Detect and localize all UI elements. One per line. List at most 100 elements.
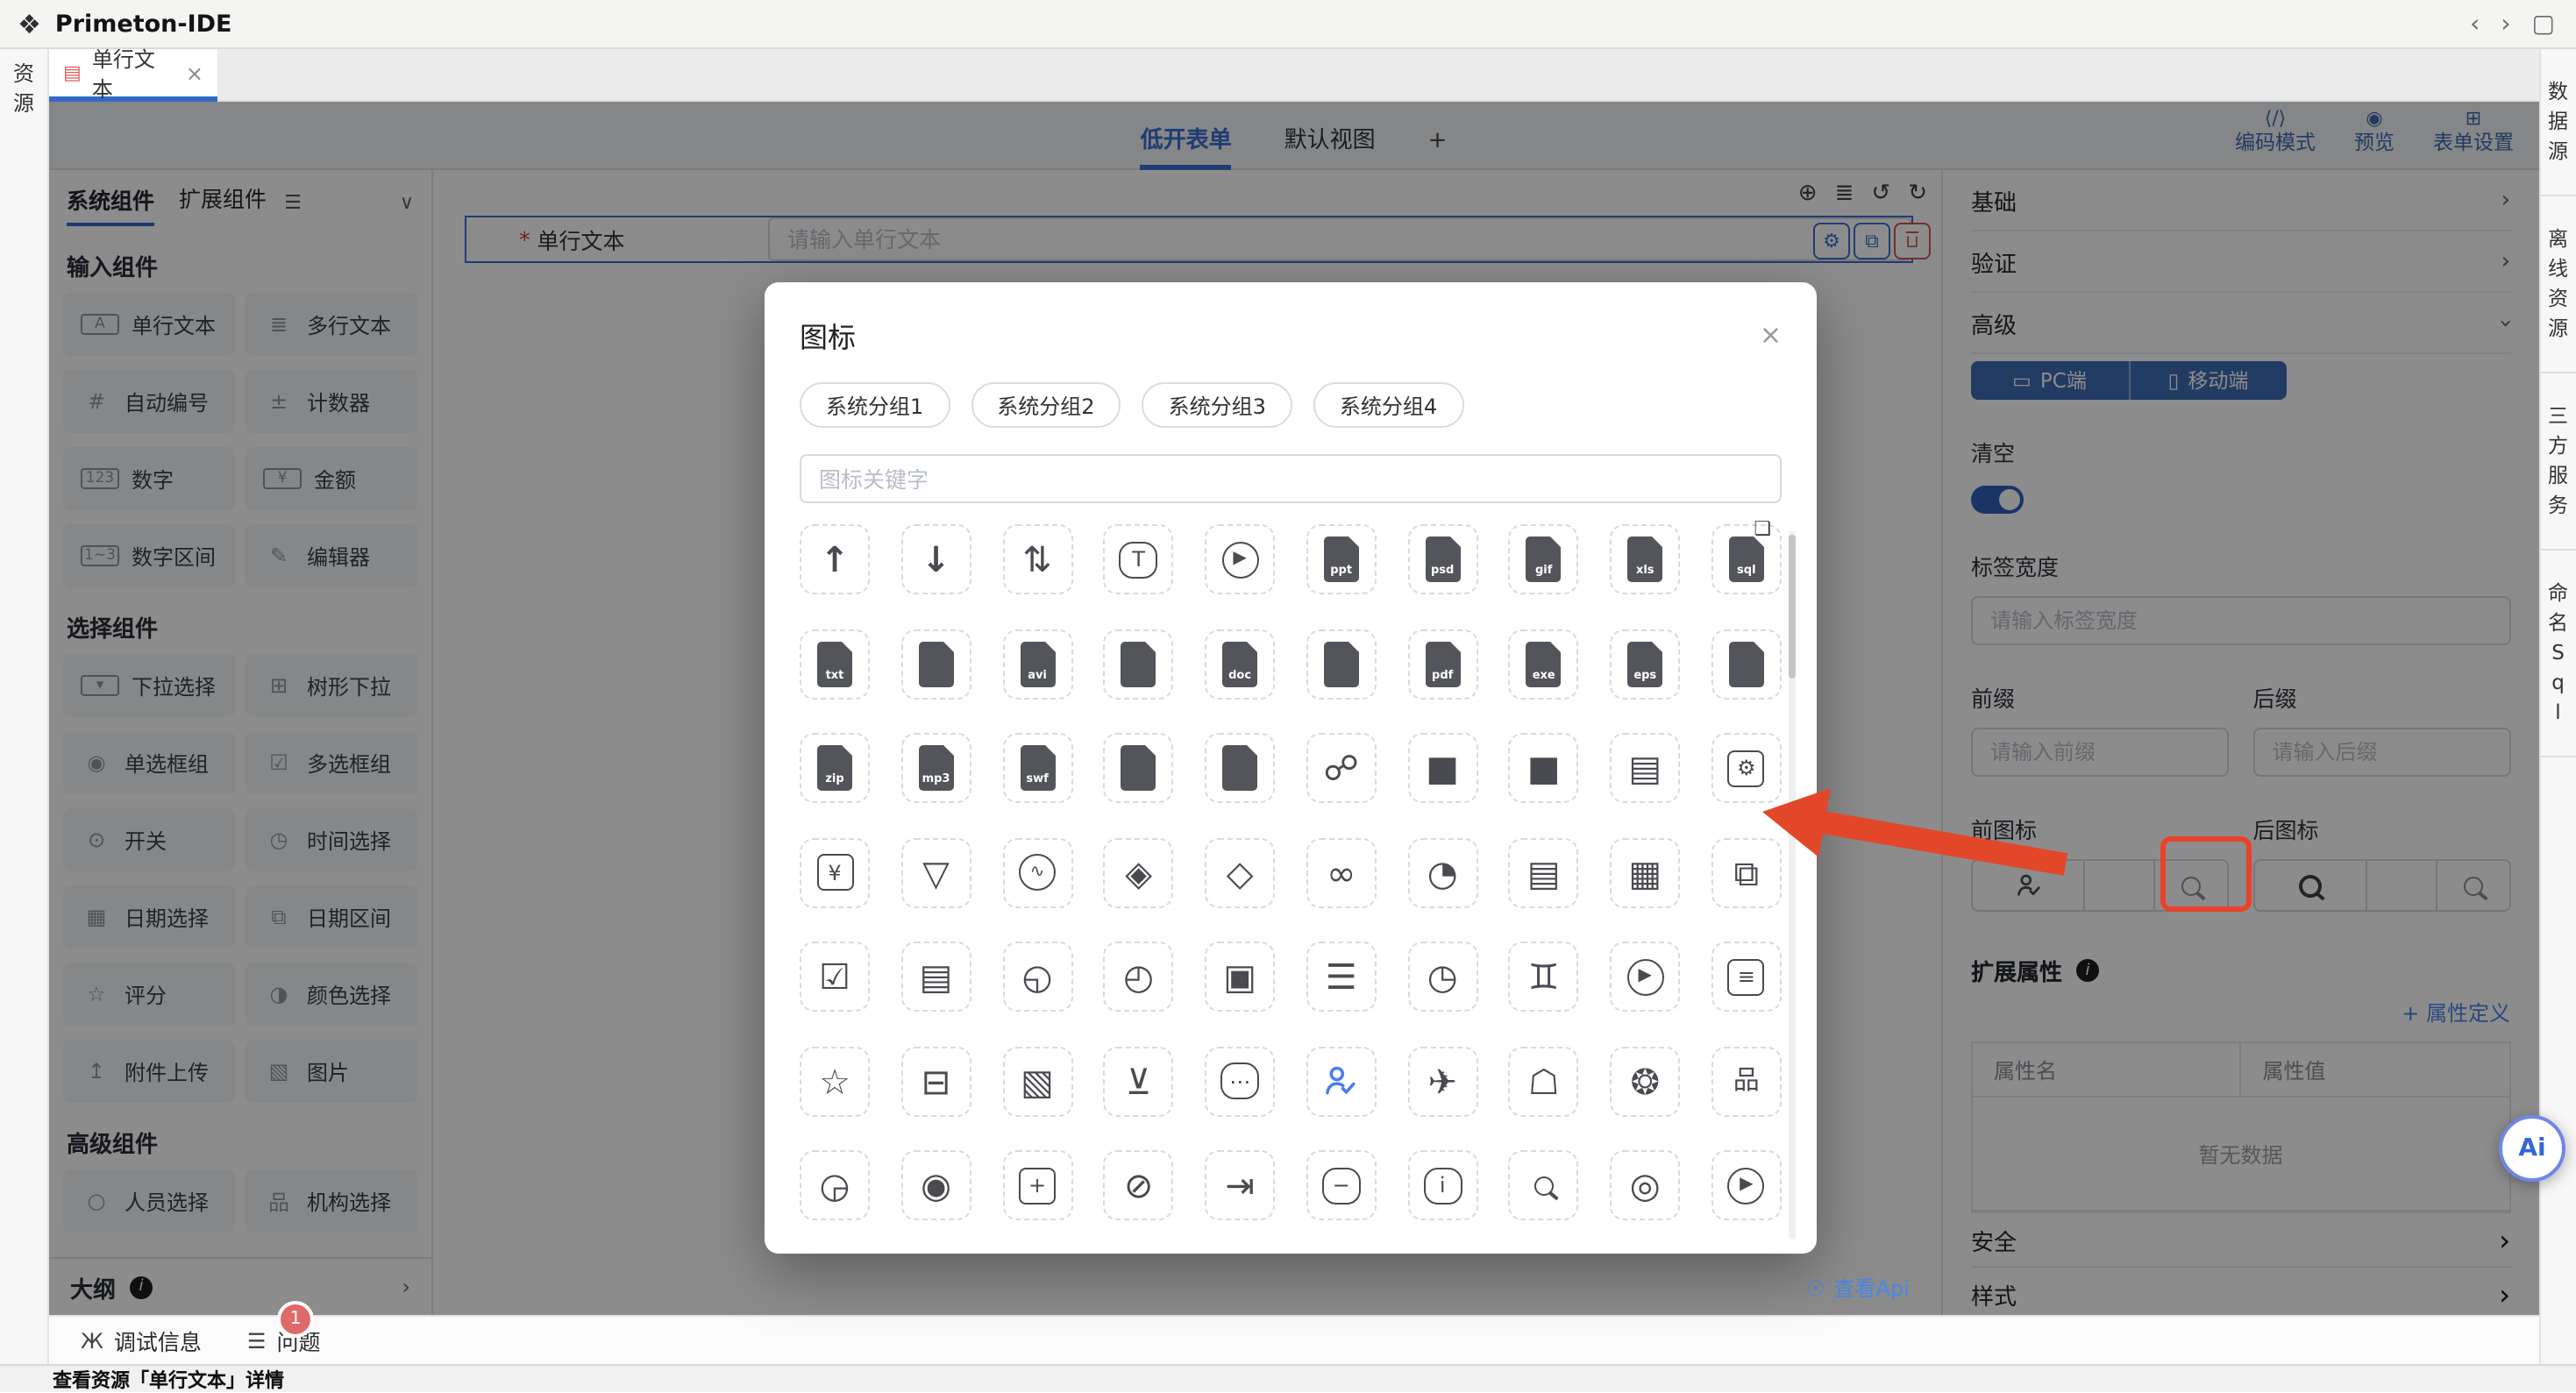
- chat-target-icon[interactable]: ◎: [1610, 1150, 1680, 1220]
- close-icon[interactable]: ×: [1760, 319, 1782, 351]
- right-rail-tab-1[interactable]: 离 线 资 源: [2540, 196, 2576, 373]
- clipboard-clock-icon[interactable]: ◴: [1104, 942, 1174, 1012]
- group-pill-系统分组4[interactable]: 系统分组4: [1313, 382, 1463, 428]
- resources-rail-tab[interactable]: 资 源: [0, 49, 47, 119]
- right-rail-tab-2[interactable]: 三 方 服 务: [2540, 373, 2576, 551]
- person-check-icon[interactable]: [1306, 1046, 1377, 1116]
- clock2-icon[interactable]: ◶: [800, 1150, 870, 1220]
- file-psd-icon[interactable]: psd: [1407, 524, 1477, 594]
- ban-icon[interactable]: ⊘: [1104, 1150, 1174, 1220]
- document-text-icon[interactable]: ≡: [1711, 942, 1782, 1012]
- file-txt-icon[interactable]: txt: [800, 629, 870, 699]
- chat-dots-icon[interactable]: ⋯: [1205, 1046, 1275, 1116]
- pulse-circle-icon[interactable]: ∿: [1002, 837, 1072, 907]
- frame-dash-icon[interactable]: ⊟: [901, 1046, 971, 1116]
- arrow-up-icon[interactable]: ↑: [800, 524, 870, 594]
- bug-icon: Ж: [81, 1328, 103, 1353]
- chain-link-icon[interactable]: ∞: [1306, 837, 1377, 907]
- star-icon[interactable]: ☆: [800, 1046, 870, 1116]
- nav-back-icon[interactable]: ‹: [2470, 10, 2480, 38]
- doc-tab-icon: ▤: [63, 61, 82, 84]
- icon-picker-modal: 图标 × 系统分组1系统分组2系统分组3系统分组4 ❏ ↑↓⇅T▶pptpsdg…: [765, 282, 1817, 1254]
- sort-az-icon[interactable]: ⇅: [1002, 524, 1072, 594]
- icon-search-input[interactable]: [800, 454, 1782, 503]
- logout-icon[interactable]: ⇥: [1205, 1150, 1275, 1220]
- file-misc-icon[interactable]: [1205, 733, 1275, 803]
- bookmark-plus-icon[interactable]: +: [1002, 1150, 1072, 1220]
- arrow-down-icon[interactable]: ↓: [901, 524, 971, 594]
- person-clock-icon[interactable]: ◵: [1002, 942, 1072, 1012]
- file-article-icon[interactable]: [1104, 629, 1174, 699]
- copy-list-icon[interactable]: ⧉: [1711, 837, 1782, 907]
- chat-minus-icon[interactable]: −: [1306, 1150, 1377, 1220]
- nav-forward-icon[interactable]: ›: [2501, 10, 2510, 38]
- podcast-icon[interactable]: ◉: [901, 1150, 971, 1220]
- doc-tab-close-icon[interactable]: ×: [186, 60, 203, 85]
- group-pill-系统分组3[interactable]: 系统分组3: [1142, 382, 1292, 428]
- clipboard-icon[interactable]: ▤: [901, 942, 971, 1012]
- document-tabstrip: ▤ 单行文本 ×: [49, 49, 2538, 102]
- file-image-icon[interactable]: [1104, 733, 1174, 803]
- clock-icon[interactable]: ◷: [1407, 942, 1477, 1012]
- group-pill-系统分组1[interactable]: 系统分组1: [800, 382, 950, 428]
- badge-check-icon[interactable]: ❂: [1610, 1046, 1680, 1116]
- gauge-icon[interactable]: ◔: [1407, 837, 1477, 907]
- file-pdf-icon[interactable]: pdf: [1407, 629, 1477, 699]
- people-group-icon[interactable]: ♊: [1509, 942, 1579, 1012]
- icon-grid: ↑↓⇅T▶pptpsdgifxlssqltxtavidocpdfexeepszi…: [800, 524, 1782, 1220]
- doc-tab-single-line-text[interactable]: ▤ 单行文本 ×: [49, 49, 217, 102]
- file-notes-icon[interactable]: [1711, 629, 1782, 699]
- sliders-icon[interactable]: ☰: [1306, 942, 1377, 1012]
- file-avi-icon[interactable]: avi: [1002, 629, 1072, 699]
- file-zip-icon[interactable]: zip: [800, 733, 870, 803]
- file-xls-icon[interactable]: xls: [1610, 524, 1680, 594]
- file-eps-icon[interactable]: eps: [1610, 629, 1680, 699]
- file-swf-icon[interactable]: swf: [1002, 733, 1072, 803]
- right-rail-tab-0[interactable]: 数 据 源: [2540, 49, 2576, 196]
- layers-diamond-icon[interactable]: ◈: [1104, 837, 1174, 907]
- scrollbar-thumb[interactable]: [1789, 535, 1796, 679]
- file-ppt-icon[interactable]: ppt: [1306, 524, 1377, 594]
- status-bar: 查看资源「单行文本」详情: [0, 1364, 2576, 1392]
- monitor-frame-icon[interactable]: ▣: [1205, 942, 1275, 1012]
- notebook-icon[interactable]: ▤: [1610, 733, 1680, 803]
- group-pill-系统分组2[interactable]: 系统分组2: [971, 382, 1121, 428]
- sitemap-icon[interactable]: 品: [1711, 1046, 1782, 1116]
- gem-pentagon-icon[interactable]: ◇: [1205, 837, 1275, 907]
- file-gif-icon[interactable]: gif: [1509, 524, 1579, 594]
- inbox-check-icon[interactable]: ⊻: [1104, 1046, 1174, 1116]
- play-search-icon[interactable]: ▶: [1711, 1150, 1782, 1220]
- triangle-logo-icon[interactable]: ▽: [901, 837, 971, 907]
- shield-key-icon[interactable]: ☖: [1509, 1046, 1579, 1116]
- calendar-notes-icon[interactable]: ▦: [1610, 837, 1680, 907]
- link-broken-icon[interactable]: ☍: [1306, 733, 1377, 803]
- debug-info-item[interactable]: Ж 调试信息: [81, 1324, 202, 1357]
- paper-plane-icon[interactable]: ✈: [1407, 1046, 1477, 1116]
- book-info-icon[interactable]: i: [1407, 1150, 1477, 1220]
- file-link-icon[interactable]: [901, 629, 971, 699]
- image-photo-icon[interactable]: ▧: [1002, 1046, 1072, 1116]
- file-mp3-icon[interactable]: mp3: [901, 733, 971, 803]
- square-solid-icon[interactable]: ■: [1407, 733, 1477, 803]
- file-attachment-icon[interactable]: [1306, 629, 1377, 699]
- play-solid-icon[interactable]: ▶: [1610, 942, 1680, 1012]
- tshirt-icon[interactable]: T: [1104, 524, 1174, 594]
- screen-gear-icon[interactable]: ⚙: [1711, 733, 1782, 803]
- doc-tab-title: 单行文本: [92, 43, 172, 103]
- ai-assistant-button[interactable]: Ai: [2499, 1115, 2565, 1182]
- file-exe-icon[interactable]: exe: [1509, 629, 1579, 699]
- right-rail-tab-3[interactable]: 命 名 S q l: [2540, 551, 2576, 757]
- square-solid2-icon[interactable]: ■: [1509, 733, 1579, 803]
- clipboard-list-icon[interactable]: ▤: [1509, 837, 1579, 907]
- debug-bar: Ж 调试信息 ☰ 问题: [49, 1315, 2538, 1364]
- play-circle-icon[interactable]: ▶: [1205, 524, 1275, 594]
- checklist-icon[interactable]: ☑: [800, 942, 870, 1012]
- currency-yen-icon[interactable]: ¥: [800, 837, 870, 907]
- icon-group-pills: 系统分组1 系统分组2 系统分组3 系统分组4: [800, 382, 1782, 428]
- modal-scrollbar[interactable]: [1789, 531, 1796, 1240]
- file-doc-icon[interactable]: doc: [1205, 629, 1275, 699]
- window-icon[interactable]: ▢: [2532, 10, 2555, 38]
- view-api-link[interactable]: ☉ 查看Api: [1806, 1273, 1910, 1303]
- search-icon[interactable]: [1509, 1150, 1579, 1220]
- eye-icon: ☉: [1806, 1276, 1825, 1300]
